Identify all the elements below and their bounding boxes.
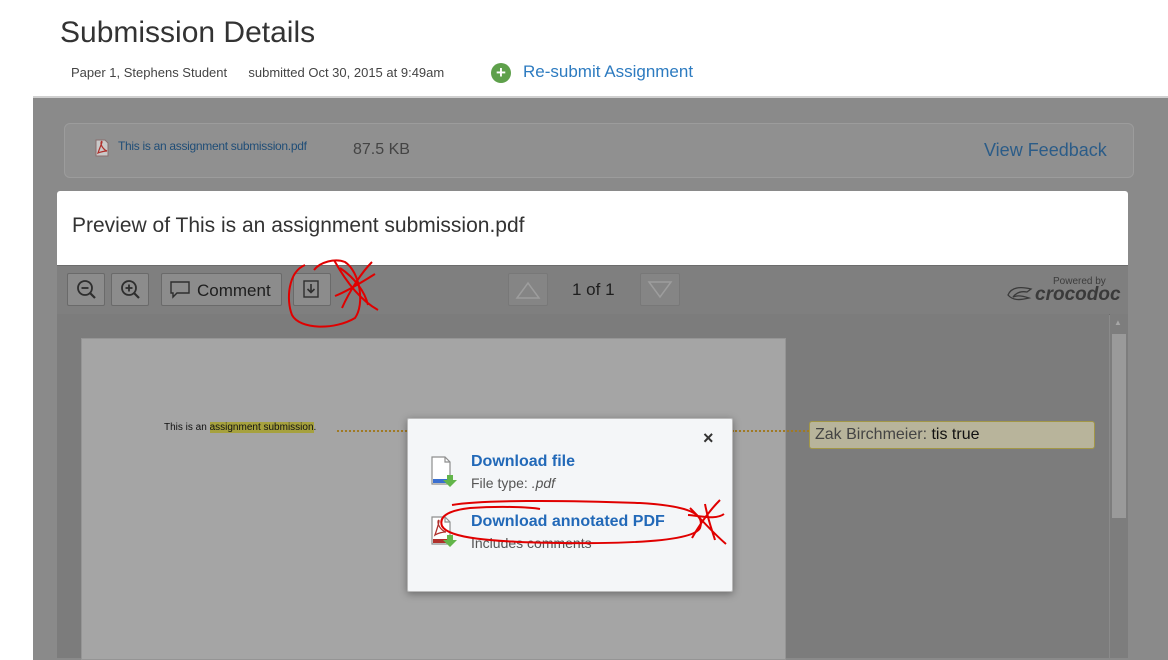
assignment-name: Paper 1, Stephens Student [71,65,228,80]
download-file-icon [431,456,457,487]
comment-text: tis true [931,426,980,443]
submission-file-link[interactable]: This is an assignment submission.pdf [118,139,307,153]
view-feedback-link[interactable]: View Feedback [984,140,1107,161]
zoom-in-icon [121,280,140,299]
plus-circle-icon[interactable]: + [491,63,511,83]
resubmit-assignment-link[interactable]: Re-submit Assignment [523,62,693,82]
download-annotated-pdf-icon [431,516,457,547]
file-size: 87.5 KB [353,141,410,158]
annotation-connector-right [732,430,809,432]
comment-author: Zak Birchmeier [815,426,923,443]
preview-title: Preview of This is an assignment submiss… [72,214,525,237]
download-file-link[interactable]: Download file [471,453,575,471]
close-icon[interactable]: × [703,428,714,449]
comment-button[interactable]: Comment [161,273,282,306]
crocodile-logo-icon [1007,287,1033,301]
speech-bubble-icon [170,281,190,299]
zoom-out-icon [77,280,96,299]
highlighted-text[interactable]: assignment submission [209,422,314,433]
submitted-date: submitted Oct 30, 2015 at 9:49am [248,65,445,80]
includes-comments-text: Includes comments [471,535,592,551]
page-title: Submission Details [60,16,316,49]
next-page-button[interactable] [640,273,680,306]
file-type-label: File type: [471,475,532,491]
submission-meta: Paper 1, Stephens Student submitted Oct … [71,65,444,80]
zoom-in-button[interactable] [111,273,149,306]
file-type-text: File type: .pdf [471,475,555,491]
annotation-comment[interactable]: Zak Birchmeier: tis true [809,421,1095,449]
crocodoc-brand: crocodoc [1035,284,1121,305]
scrollbar-thumb[interactable] [1112,334,1126,518]
document-text-end: . [313,422,317,433]
download-popup: × Download file File type: .pdf Download… [407,418,733,592]
document-text: This is an assignment submission. [164,422,316,433]
download-annotated-pdf-link[interactable]: Download annotated PDF [471,513,665,531]
file-type-value: .pdf [531,475,556,491]
pdf-file-icon [95,139,109,157]
annotation-connector [337,430,407,432]
zoom-out-button[interactable] [67,273,105,306]
document-text-plain: This is an [164,422,210,433]
triangle-up-icon [515,281,541,299]
scroll-up-arrow-icon[interactable]: ▲ [1114,318,1122,327]
page-indicator: 1 of 1 [572,280,615,299]
download-button[interactable] [293,273,331,306]
comment-button-label: Comment [197,281,271,300]
prev-page-button[interactable] [508,273,548,306]
download-icon [303,280,319,298]
triangle-down-icon [647,281,673,299]
